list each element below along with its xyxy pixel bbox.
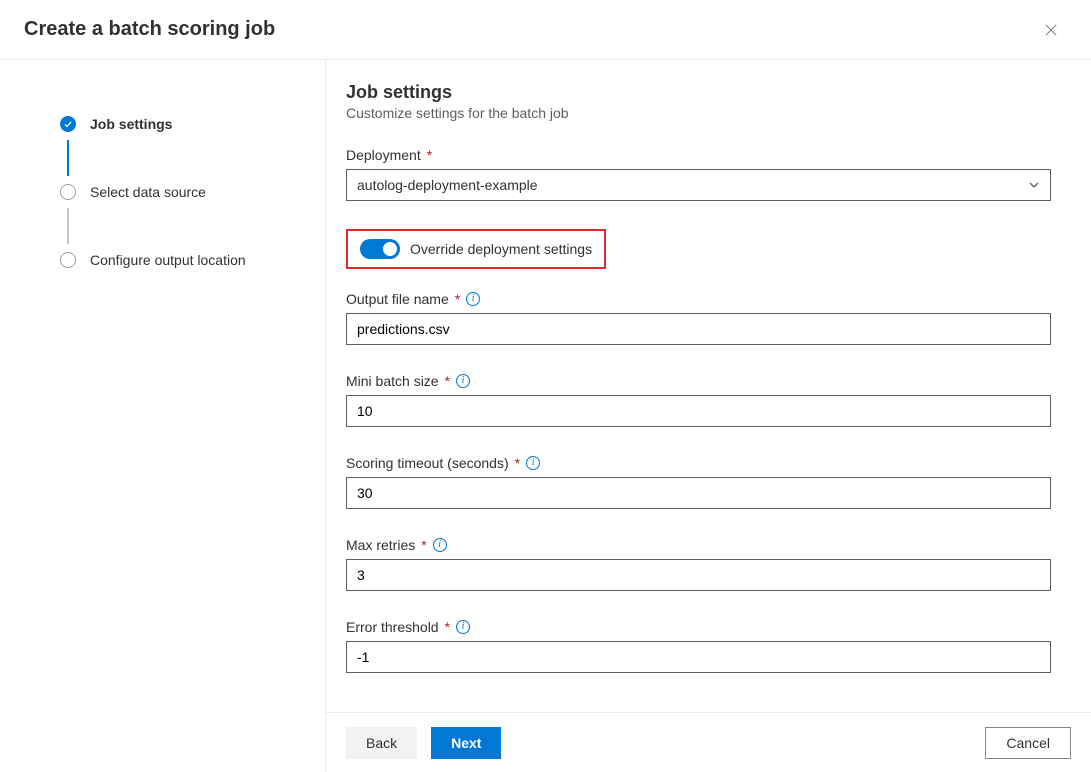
output-file-name-input[interactable] [346,313,1051,345]
circle-icon [60,184,76,200]
error-threshold-label: Error threshold * i [346,619,1051,635]
label-text: Deployment [346,147,421,163]
output-file-name-label: Output file name * i [346,291,1051,307]
deployment-label: Deployment * [346,147,1051,163]
section-subtitle: Customize settings for the batch job [346,105,1051,121]
form-scroll-area[interactable]: Job settings Customize settings for the … [326,60,1091,712]
label-text: Mini batch size [346,373,439,389]
max-retries-label: Max retries * i [346,537,1051,553]
step-connector [67,140,69,176]
required-asterisk: * [455,291,460,307]
mini-batch-size-input[interactable] [346,395,1051,427]
close-icon [1044,23,1058,37]
wizard-steps: Job settings Select data source Configur… [0,60,325,772]
label-text: Output file name [346,291,449,307]
required-asterisk: * [445,373,450,389]
close-button[interactable] [1035,14,1067,46]
check-circle-icon [60,116,76,132]
cancel-button[interactable]: Cancel [985,727,1071,759]
info-icon[interactable]: i [526,456,540,470]
override-deployment-settings-highlight: Override deployment settings [346,229,606,269]
wizard-footer: Back Next Cancel [326,712,1091,772]
deployment-select[interactable]: autolog-deployment-example [346,169,1051,201]
step-label: Job settings [90,116,172,132]
max-retries-input[interactable] [346,559,1051,591]
toggle-knob [383,242,397,256]
step-select-data-source[interactable]: Select data source [60,176,325,208]
info-icon[interactable]: i [456,374,470,388]
deployment-select-value: autolog-deployment-example [357,177,538,193]
section-title: Job settings [346,82,1051,103]
required-asterisk: * [427,147,432,163]
info-icon[interactable]: i [433,538,447,552]
next-button[interactable]: Next [431,727,501,759]
chevron-down-icon [1028,179,1040,191]
page-title: Create a batch scoring job [24,18,275,41]
label-text: Max retries [346,537,415,553]
step-label: Select data source [90,184,206,200]
step-connector [67,208,69,244]
required-asterisk: * [445,619,450,635]
scoring-timeout-label: Scoring timeout (seconds) * i [346,455,1051,471]
back-button[interactable]: Back [346,727,417,759]
mini-batch-size-label: Mini batch size * i [346,373,1051,389]
scoring-timeout-input[interactable] [346,477,1051,509]
circle-icon [60,252,76,268]
override-toggle-label: Override deployment settings [410,241,592,257]
override-deployment-settings-toggle[interactable] [360,239,400,259]
step-label: Configure output location [90,252,246,268]
info-icon[interactable]: i [466,292,480,306]
required-asterisk: * [421,537,426,553]
step-configure-output-location[interactable]: Configure output location [60,244,325,276]
label-text: Error threshold [346,619,439,635]
label-text: Scoring timeout (seconds) [346,455,509,471]
info-icon[interactable]: i [456,620,470,634]
required-asterisk: * [515,455,520,471]
step-job-settings[interactable]: Job settings [60,108,325,140]
error-threshold-input[interactable] [346,641,1051,673]
